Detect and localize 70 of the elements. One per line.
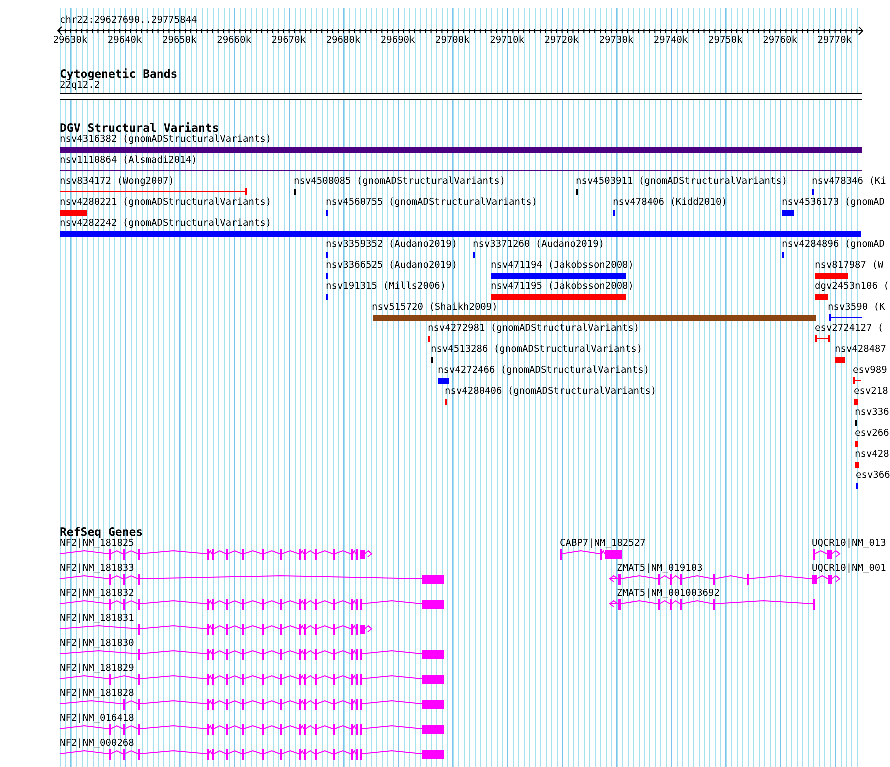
track-title: RefSeq Genes xyxy=(60,525,144,539)
track-title: Cytogenetic Bands xyxy=(60,67,178,81)
variant-label: nsv1110864 (Alsmadi2014) xyxy=(60,155,198,167)
variant-label: nsv4513286 (gnomADStructuralVariants) xyxy=(431,344,643,356)
gene-label: NF2|NM_181832 xyxy=(60,588,134,600)
gene-label: ZMAT5|NM_001003692 xyxy=(617,588,720,600)
variant-label: dgv2453n106 ( xyxy=(815,281,890,293)
gene-label: NF2|NM_016418 xyxy=(60,713,134,725)
gene-label: NF2|NM_181828 xyxy=(60,688,134,700)
tick-label: 29700k xyxy=(436,35,470,47)
variant-label: nsv191315 (Mills2006) xyxy=(326,281,446,293)
gene-label: NF2|NM_181829 xyxy=(60,663,134,675)
variant-label: nsv471195 (Jakobsson2008) xyxy=(491,281,634,293)
variant-label: nsv471194 (Jakobsson2008) xyxy=(491,260,634,272)
variant-label: nsv4284896 (gnomAD xyxy=(782,239,885,251)
variant-label: esv266 xyxy=(855,428,890,440)
variant-label: esv218 xyxy=(854,386,888,398)
variant-label: nsv4282242 (gnomADStructuralVariants) xyxy=(60,218,272,230)
variant-label: nsv3359352 (Audano2019) xyxy=(326,239,458,251)
track-title: DGV Structural Variants xyxy=(60,121,220,135)
gene-model-drawing xyxy=(813,548,840,560)
tick-label: 29660k xyxy=(217,35,252,47)
variant-label: nsv4316382 (gnomADStructuralVariants) xyxy=(60,134,272,146)
band-label: 22q12.2 xyxy=(60,80,100,92)
variant-label: nsv4503911 (gnomADStructuralVariants) xyxy=(576,176,788,188)
variant-label: nsv428487 xyxy=(835,344,886,356)
gene-model-drawing xyxy=(560,548,622,560)
tick-label: 29760k xyxy=(763,35,798,47)
variant-label: esv2724127 ( xyxy=(815,323,884,335)
variant-label: nsv478406 (Kidd2010) xyxy=(613,197,728,209)
variant-label: nsv428 xyxy=(855,449,890,461)
gene-label: UQCR10|NM_001 xyxy=(812,563,886,575)
tick-label: 29730k xyxy=(599,35,634,47)
variant-label: nsv4280221 (gnomADStructuralVariants) xyxy=(60,197,272,209)
gene-label: NF2|NM_181825 xyxy=(60,538,134,550)
variant-label: nsv834172 (Wong2007) xyxy=(60,176,174,188)
gene-label: CABP7|NM_182527 xyxy=(560,538,646,550)
tick-label: 29680k xyxy=(326,35,361,47)
variant-label: nsv4536173 (gnomAD xyxy=(782,197,885,209)
gene-label: NF2|NM_181833 xyxy=(60,563,134,575)
tick-label: 29710k xyxy=(490,35,524,47)
variant-label: nsv4560755 (gnomADStructuralVariants) xyxy=(326,197,538,209)
variant-label: nsv3590 (K xyxy=(828,302,886,314)
variant-label: nsv4272466 (gnomADStructuralVariants) xyxy=(438,365,650,377)
tick-label: 29720k xyxy=(544,35,580,47)
variant-label: nsv515720 (Shaikh2009) xyxy=(372,302,498,314)
gene-label: NF2|NM_000268 xyxy=(60,738,134,750)
gene-label: ZMAT5|NM_019103 xyxy=(617,563,703,575)
variant-label: nsv4508085 (gnomADStructuralVariants) xyxy=(294,176,506,188)
variant-label: nsv3366525 (Audano2019) xyxy=(326,260,458,272)
tick-label: 29770k xyxy=(818,35,852,47)
variant-label: esv989 xyxy=(853,365,888,377)
tick-label: 29640k xyxy=(108,35,142,47)
tick-label: 29670k xyxy=(272,35,306,47)
variant-label: nsv336 xyxy=(855,407,890,419)
tick-label: 29650k xyxy=(162,35,197,47)
variant-label: esv366 xyxy=(856,470,890,482)
variant-label: nsv478346 (Ki xyxy=(812,176,886,188)
gene-label: UQCR10|NM_013 xyxy=(812,538,886,550)
variant-label: nsv3371260 (Audano2019) xyxy=(473,239,605,251)
tick-label: 29630k xyxy=(53,35,88,47)
variant-label: nsv817987 (W xyxy=(815,260,884,272)
gene-label: NF2|NM_181830 xyxy=(60,638,134,650)
gene-label: NF2|NM_181831 xyxy=(60,613,134,625)
tick-label: 29740k xyxy=(654,35,688,47)
tick-label: 29750k xyxy=(708,35,743,47)
tick-label: 29690k xyxy=(380,35,416,47)
location-label: chr22:29627690..29775844 xyxy=(60,15,198,27)
variant-label: nsv4280406 (gnomADStructuralVariants) xyxy=(445,386,657,398)
variant-label: nsv4272981 (gnomADStructuralVariants) xyxy=(428,323,640,335)
